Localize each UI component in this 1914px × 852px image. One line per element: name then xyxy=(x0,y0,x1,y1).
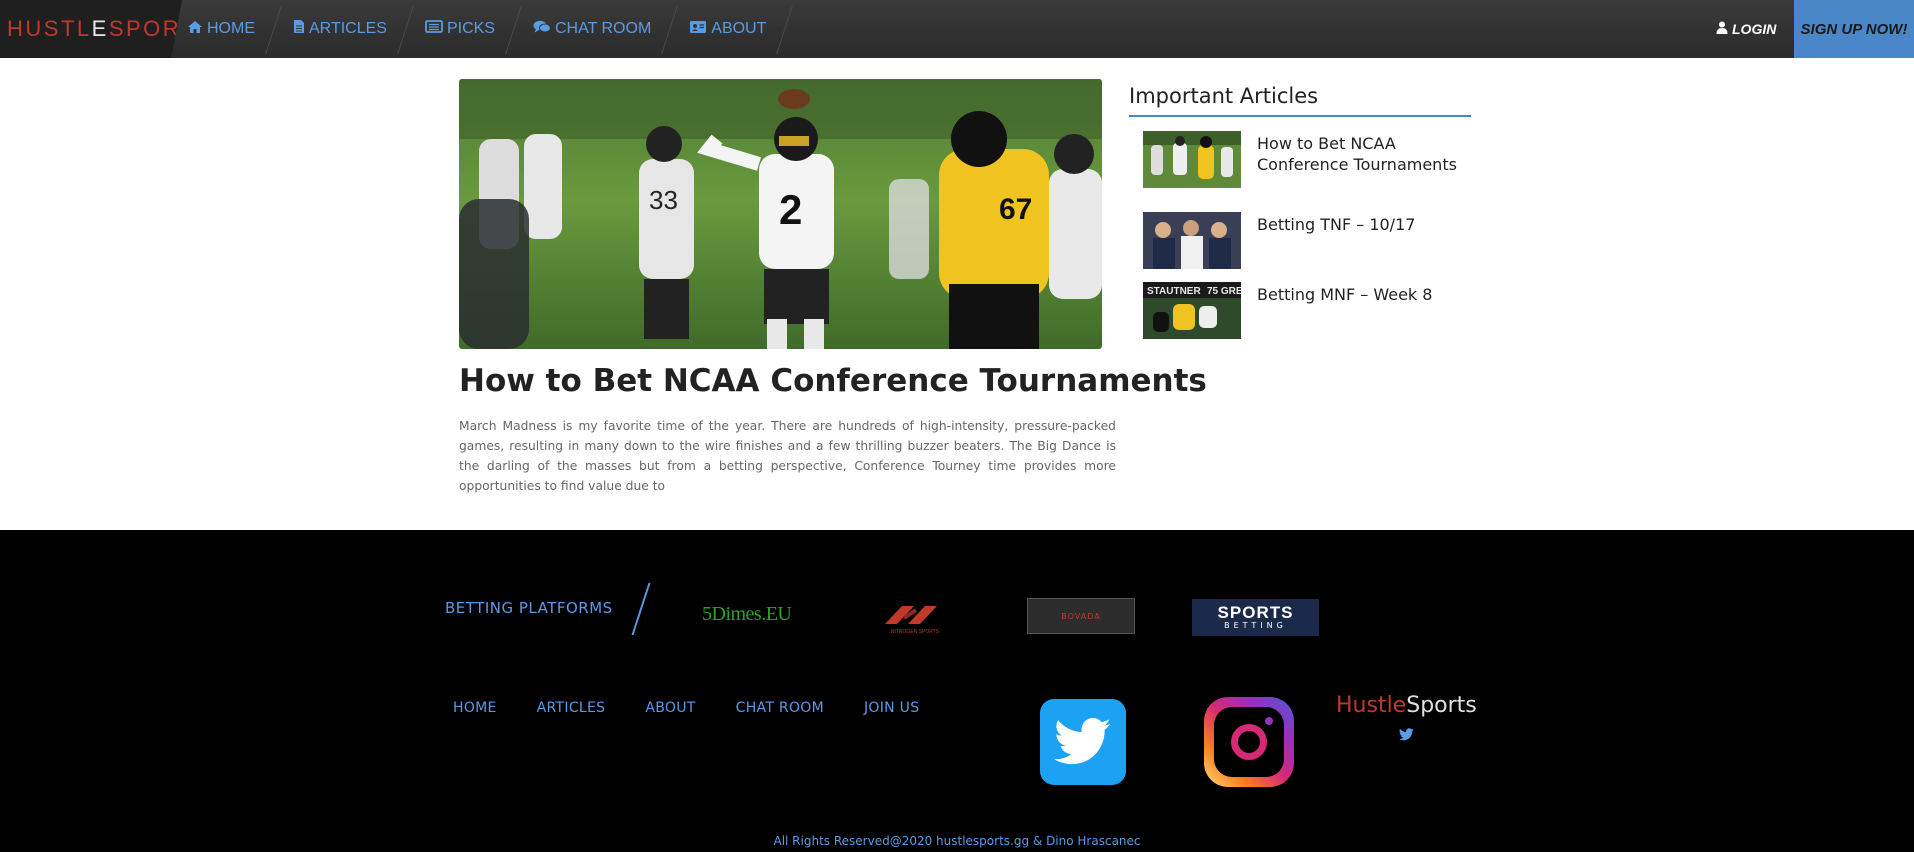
nav-item-chat-room[interactable]: CHAT ROOM xyxy=(514,0,670,58)
article-thumbnail xyxy=(1143,131,1241,188)
sidebar-title: Important Articles xyxy=(1129,84,1319,108)
sidebar-article-item[interactable]: Betting TNF – 10/17 xyxy=(1143,212,1473,272)
nav-item-label: ARTICLES xyxy=(309,20,387,37)
user-icon xyxy=(1716,21,1728,37)
betting-platforms-label: BETTING PLATFORMS xyxy=(445,599,613,617)
article-hero-image[interactable]: 33 2 67 xyxy=(459,79,1102,349)
footer xyxy=(0,530,1914,852)
platform-sportsbetting-subtext: BETTING xyxy=(1224,621,1287,630)
nav-item-label: PICKS xyxy=(446,20,495,37)
comments-icon xyxy=(533,20,551,39)
brand-logo[interactable]: HUSTL E SPORTS xyxy=(0,0,182,58)
article-title[interactable]: How to Bet NCAA Conference Tournaments xyxy=(459,363,1207,399)
instagram-icon[interactable] xyxy=(1204,697,1294,787)
nav-item-home[interactable]: HOME xyxy=(168,0,274,58)
login-link[interactable]: LOGIN xyxy=(1716,0,1776,58)
sidebar-divider xyxy=(1129,115,1471,117)
platform-sportsbetting-logo[interactable]: SPORTS BETTING xyxy=(1192,599,1319,636)
footer-link-chat-room[interactable]: CHAT ROOM xyxy=(736,700,824,716)
platform-sportsbetting-text: SPORTS xyxy=(1217,603,1294,622)
sidebar-article-item[interactable]: How to Bet NCAA Conference Tournaments xyxy=(1143,131,1473,191)
article-excerpt: March Madness is my favorite time of the… xyxy=(459,419,1116,493)
platform-nitrogen-text: NITROGEN SPORTS xyxy=(891,629,940,635)
svg-text:67: 67 xyxy=(999,193,1032,226)
platform-5dimes-logo[interactable]: 5Dimes.EU xyxy=(702,603,792,626)
footer-brand-hustle: Hustle xyxy=(1336,693,1407,718)
nav-menu: HOME ARTICLES PICKS CHAT ROOM ABOUT xyxy=(168,0,785,58)
footer-link-home[interactable]: HOME xyxy=(453,700,497,716)
document-icon xyxy=(293,19,305,39)
brand-text-e: E xyxy=(91,16,109,41)
brand-text-hustl: HUSTL xyxy=(7,16,92,41)
nav-item-label: HOME xyxy=(207,20,255,37)
article-thumbnail: STAUTNER 75 GRE xyxy=(1143,282,1241,339)
footer-link-join-us[interactable]: JOIN US xyxy=(864,700,919,716)
copyright-text: All Rights Reserved@2020 hustlesports.gg… xyxy=(773,834,1141,848)
top-navbar: HUSTL E SPORTS HOME ARTICLES PICKS CHAT RO… xyxy=(0,0,1914,58)
home-icon xyxy=(187,20,203,39)
platform-nitrogen-logo[interactable]: NITROGEN SPORTS xyxy=(880,596,950,636)
platform-bovada-logo[interactable]: BOVADA xyxy=(1027,598,1135,634)
id-card-icon xyxy=(689,20,707,39)
svg-text:STAUTNER: STAUTNER xyxy=(1147,286,1201,297)
twitter-small-icon[interactable] xyxy=(1398,726,1414,745)
sidebar-article-title: Betting MNF – Week 8 xyxy=(1257,285,1433,304)
nav-item-about[interactable]: ABOUT xyxy=(670,0,785,58)
svg-text:75 GRE: 75 GRE xyxy=(1207,286,1241,297)
twitter-icon[interactable] xyxy=(1040,699,1126,785)
footer-link-articles[interactable]: ARTICLES xyxy=(537,700,606,716)
login-label: LOGIN xyxy=(1732,21,1777,37)
nav-item-articles[interactable]: ARTICLES xyxy=(274,0,406,58)
article-thumbnail xyxy=(1143,212,1241,269)
svg-text:2: 2 xyxy=(779,186,802,233)
nav-item-label: ABOUT xyxy=(711,20,767,37)
footer-brand: HustleSports xyxy=(1336,693,1477,718)
sidebar-article-title: Betting TNF – 10/17 xyxy=(1257,215,1416,234)
nav-item-picks[interactable]: PICKS xyxy=(406,0,514,58)
footer-links: HOME ARTICLES ABOUT CHAT ROOM JOIN US xyxy=(453,700,959,716)
nav-item-label: CHAT ROOM xyxy=(554,20,652,37)
sidebar-article-item[interactable]: STAUTNER 75 GRE Betting MNF – Week 8 xyxy=(1143,282,1473,342)
footer-brand-sports: Sports xyxy=(1406,693,1477,718)
list-icon xyxy=(425,20,443,38)
platform-bovada-text: BOVADA xyxy=(1061,611,1101,621)
signup-button[interactable]: SIGN UP NOW! xyxy=(1794,0,1914,58)
sidebar-article-title: How to Bet NCAA Conference Tournaments xyxy=(1257,134,1457,174)
footer-link-about[interactable]: ABOUT xyxy=(645,700,695,716)
svg-text:33: 33 xyxy=(649,185,678,215)
